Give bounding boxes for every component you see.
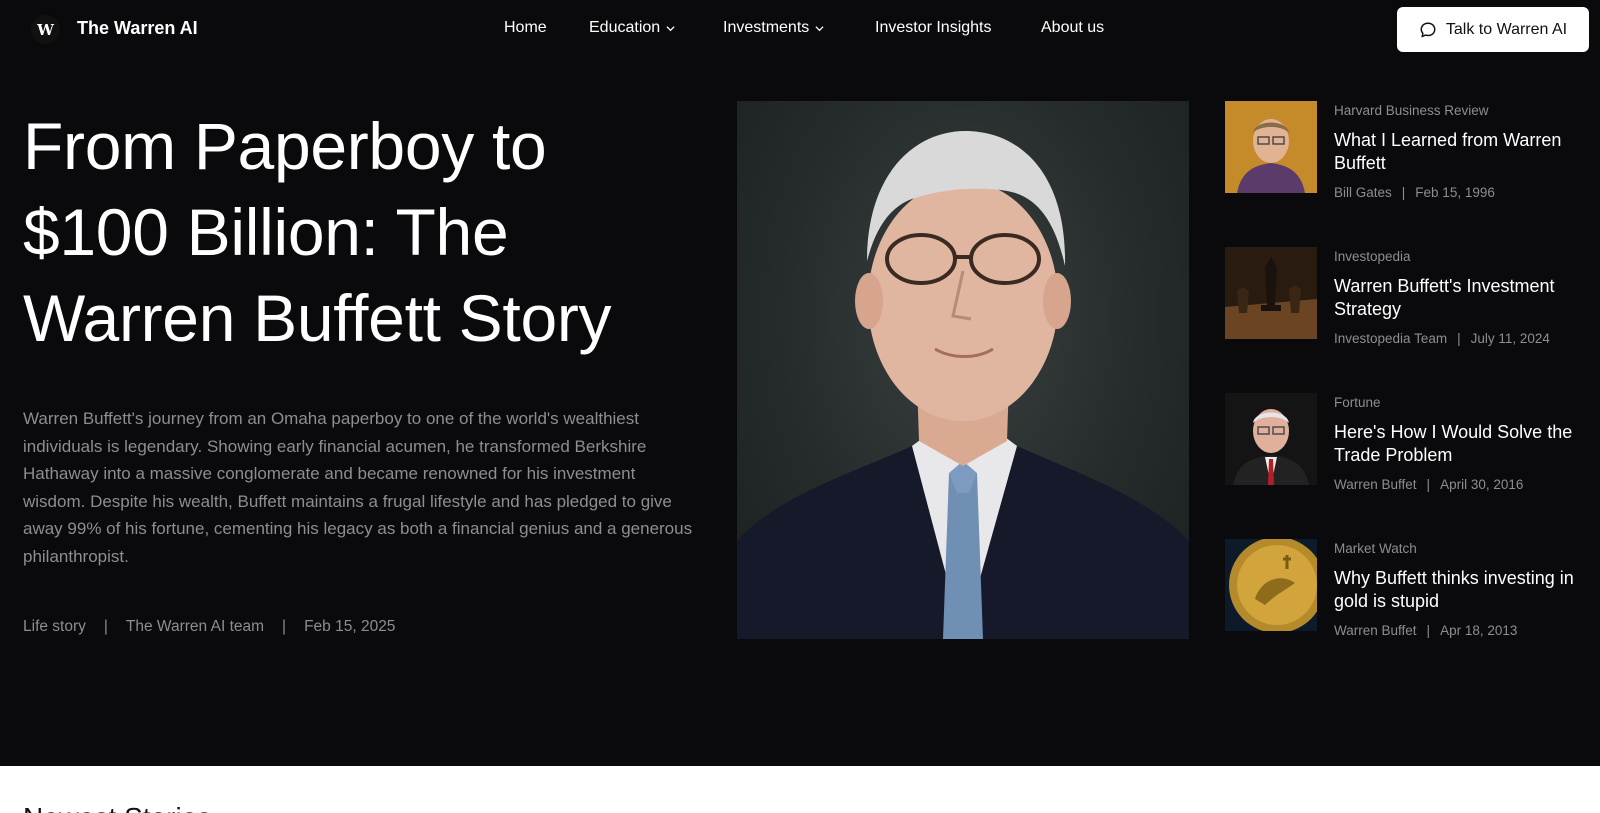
article-title[interactable]: Warren Buffett's Investment Strategy: [1334, 275, 1584, 321]
article-thumbnail-illustration: [1225, 539, 1317, 631]
talk-to-warren-ai-button[interactable]: Talk to Warren AI: [1397, 7, 1589, 52]
site-header: W The Warren AI Home Education Investmen…: [0, 0, 1600, 58]
section-title: Newest Stories: [23, 802, 211, 813]
nav-investments[interactable]: Investments: [723, 19, 824, 37]
hero-meta: Life story | The Warren AI team | Feb 15, 20…: [23, 618, 396, 635]
nav-about-us[interactable]: About us: [1041, 19, 1104, 37]
nav-education[interactable]: Education: [589, 19, 675, 37]
article-title[interactable]: What I Learned from Warren Buffett: [1334, 129, 1584, 175]
article-thumbnail-illustration: [1225, 247, 1317, 339]
article-meta: Warren Buffet | Apr 18, 2013: [1334, 623, 1518, 638]
nav-home[interactable]: Home: [504, 19, 547, 37]
nav-investor-insights[interactable]: Investor Insights: [875, 19, 992, 37]
article-title[interactable]: Why Buffett thinks investing in gold is …: [1334, 567, 1584, 613]
side-article[interactable]: Investopedia Warren Buffett's Investment…: [1225, 247, 1585, 346]
article-meta: Bill Gates | Feb 15, 1996: [1334, 185, 1495, 200]
article-source: Investopedia: [1334, 249, 1411, 264]
article-thumbnail[interactable]: [1225, 393, 1317, 485]
chevron-down-icon: [666, 25, 675, 31]
side-article[interactable]: Harvard Business Review What I Learned f…: [1225, 101, 1585, 200]
article-thumbnail-illustration: [1225, 101, 1317, 193]
hero-description: Warren Buffett's journey from an Omaha p…: [23, 409, 693, 566]
article-title[interactable]: Here's How I Would Solve the Trade Probl…: [1334, 421, 1584, 467]
article-thumbnail-illustration: [1225, 393, 1317, 485]
article-source: Market Watch: [1334, 541, 1417, 556]
newest-stories-section: Newest Stories: [0, 766, 1600, 813]
portrait-illustration: [737, 131, 1189, 639]
article-source: Harvard Business Review: [1334, 103, 1489, 118]
hero-category[interactable]: Life story: [23, 618, 86, 635]
hero-portrait-image[interactable]: [737, 101, 1189, 639]
article-meta: Investopedia Team | July 11, 2024: [1334, 331, 1550, 346]
chat-bubble-icon: [1420, 22, 1436, 37]
article-thumbnail[interactable]: [1225, 247, 1317, 339]
main-nav: Home Education Investments Investor Insi…: [0, 19, 1600, 39]
article-thumbnail[interactable]: [1225, 101, 1317, 193]
article-thumbnail[interactable]: [1225, 539, 1317, 631]
chevron-down-icon: [815, 25, 824, 31]
article-meta: Warren Buffet | April 30, 2016: [1334, 477, 1524, 492]
side-article[interactable]: Fortune Here's How I Would Solve the Tra…: [1225, 393, 1585, 492]
article-source: Fortune: [1334, 395, 1381, 410]
hero-author: The Warren AI team: [125, 618, 265, 635]
hero-title[interactable]: From Paperboy to $100 Billion: The Warre…: [23, 103, 703, 361]
hero-date: Feb 15, 2025: [304, 618, 396, 635]
side-article[interactable]: Market Watch Why Buffett thinks investin…: [1225, 539, 1585, 638]
